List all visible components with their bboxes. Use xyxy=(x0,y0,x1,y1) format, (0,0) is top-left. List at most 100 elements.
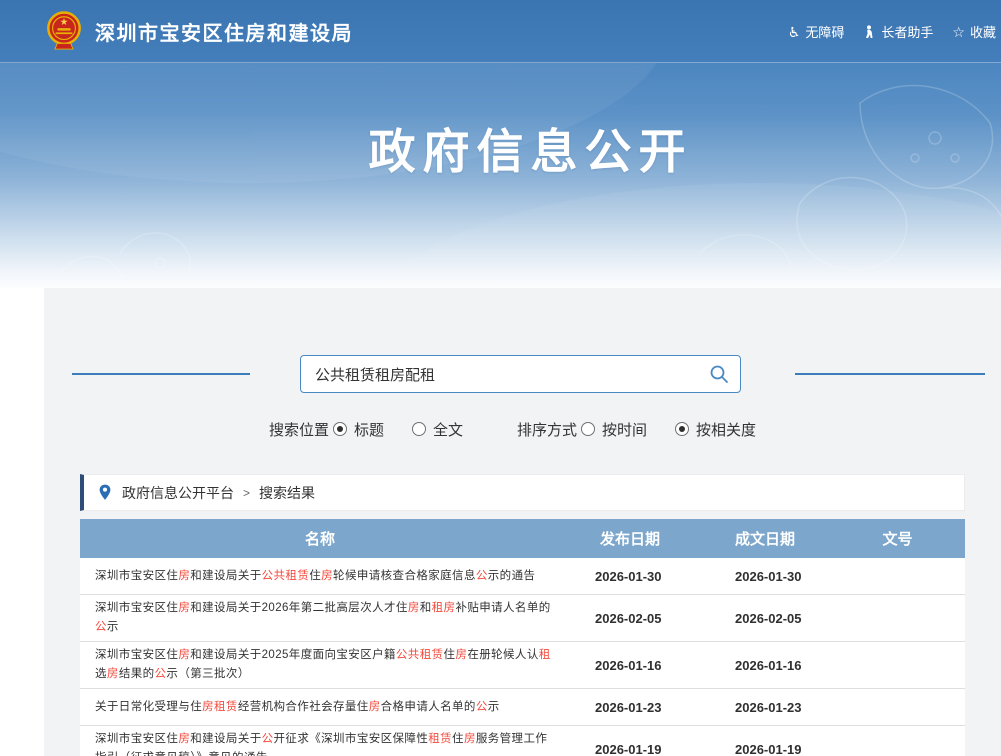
title-text: 示 xyxy=(488,701,500,713)
page-title: 政府信息公开 xyxy=(60,113,1001,182)
left-accent-line xyxy=(72,373,250,375)
breadcrumb: 政府信息公开平台 > 搜索结果 xyxy=(80,474,965,511)
written-date: 2026-02-05 xyxy=(700,611,830,626)
table-row: 深圳市宝安区住房和建设局关于公共租赁住房轮候申请核查合格家庭信息公示的通告202… xyxy=(80,558,965,595)
search-position-choice: 全文 xyxy=(410,419,463,440)
sort-mode-radio[interactable] xyxy=(675,422,689,436)
title-text: 深圳市宝安区住 xyxy=(95,649,178,661)
breadcrumb-root-link[interactable]: 政府信息公开平台 xyxy=(122,483,234,503)
publish-date: 2026-01-30 xyxy=(560,569,700,584)
highlighted-keyword: 房 xyxy=(321,570,333,582)
svg-text:★: ★ xyxy=(60,17,69,28)
result-title-link[interactable]: 深圳市宝安区住房和建设局关于2026年第二批高层次人才住房和租房补贴申请人名单的… xyxy=(95,602,551,633)
highlighted-keyword: 公共租赁 xyxy=(262,570,310,582)
table-row: 深圳市宝安区住房和建设局关于2025年度面向宝安区户籍公共租赁住房在册轮候人认租… xyxy=(80,642,965,689)
highlighted-keyword: 房 xyxy=(464,733,476,745)
written-date: 2026-01-23 xyxy=(700,700,830,715)
highlighted-keyword: 公 xyxy=(476,570,488,582)
table-row: 深圳市宝安区住房和建设局关于2026年第二批高层次人才住房和租房补贴申请人名单的… xyxy=(80,595,965,642)
result-title-link[interactable]: 深圳市宝安区住房和建设局关于公开征求《深圳市宝安区保障性租赁住房服务管理工作指引… xyxy=(95,733,547,756)
title-text: 开征求《深圳市宝安区保障性 xyxy=(274,733,429,745)
result-title-link[interactable]: 关于日常化受理与住房租赁经营机构合作社会存量住房合格申请人名单的公示 xyxy=(95,701,500,713)
title-text: 住 xyxy=(309,570,321,582)
publish-date: 2026-01-23 xyxy=(560,700,700,715)
top-link-label: 长者助手 xyxy=(881,22,933,41)
top-links: ♿无障碍 长者助手 ☆收藏 xyxy=(788,0,996,63)
table-body: 深圳市宝安区住房和建设局关于公共租赁住房轮候申请核查合格家庭信息公示的通告202… xyxy=(80,558,965,756)
highlighted-keyword: 租 xyxy=(539,649,551,661)
search-box xyxy=(300,355,741,393)
search-button[interactable] xyxy=(698,356,740,392)
top-bar: ★ 深圳市宝安区住房和建设局 ♿无障碍 长者助手 ☆收藏 xyxy=(0,0,1001,63)
title-text: 合格申请人名单的 xyxy=(381,701,476,713)
table-row: 深圳市宝安区住房和建设局关于公开征求《深圳市宝安区保障性租赁住房服务管理工作指引… xyxy=(80,726,965,756)
page: 政府信息公开 ★ 深圳市宝安区住房和建设局 ♿无障碍 长者助手 ☆收藏 搜索位置标题… xyxy=(0,0,1001,756)
results-table: 名称 发布日期 成文日期 文号 深圳市宝安区住房和建设局关于公共租赁住房轮候申请… xyxy=(80,519,965,756)
sort-mode-choice-label: 按时间 xyxy=(602,419,647,440)
result-title-cell: 深圳市宝安区住房和建设局关于公共租赁住房轮候申请核查合格家庭信息公示的通告 xyxy=(80,563,560,590)
result-title-cell: 深圳市宝安区住房和建设局关于2026年第二批高层次人才住房和租房补贴申请人名单的… xyxy=(80,595,560,641)
title-text: 和建设局关于2026年第二批高层次人才住 xyxy=(190,602,408,614)
result-title-link[interactable]: 深圳市宝安区住房和建设局关于2025年度面向宝安区户籍公共租赁住房在册轮候人认租… xyxy=(95,649,551,680)
result-title-cell: 关于日常化受理与住房租赁经营机构合作社会存量住房合格申请人名单的公示 xyxy=(80,694,560,721)
title-text: 在册轮候人认 xyxy=(467,649,538,661)
title-text: 经营机构合作社会存量住 xyxy=(238,701,369,713)
highlighted-keyword: 房 xyxy=(178,602,190,614)
top-link-accessibility[interactable]: ♿无障碍 xyxy=(788,22,845,41)
top-link-favorite[interactable]: ☆收藏 xyxy=(952,22,996,41)
hero-banner: 政府信息公开 xyxy=(0,63,1001,288)
search-position-label: 搜索位置 xyxy=(269,419,329,440)
title-text: 和建设局关于2025年度面向宝安区户籍 xyxy=(190,649,396,661)
elder-icon xyxy=(863,25,876,39)
highlighted-keyword: 房 xyxy=(455,649,467,661)
column-header-doc-number: 文号 xyxy=(830,528,965,549)
sort-mode-label: 排序方式 xyxy=(517,419,577,440)
highlighted-keyword: 公 xyxy=(476,701,488,713)
search-position-radio[interactable] xyxy=(412,422,426,436)
sort-mode-choice: 按相关度 xyxy=(673,419,756,440)
highlighted-keyword: 房 xyxy=(408,602,420,614)
title-text: 住 xyxy=(444,649,456,661)
search-options-row: 搜索位置标题 全文 排序方式 按时间 按相关度 xyxy=(24,417,1001,441)
agency-title: 深圳市宝安区住房和建设局 xyxy=(95,17,353,46)
title-text: 示（第三批次） xyxy=(166,668,249,680)
highlighted-keyword: 租房 xyxy=(432,602,456,614)
highlighted-keyword: 房 xyxy=(178,733,190,745)
table-row: 关于日常化受理与住房租赁经营机构合作社会存量住房合格申请人名单的公示 2026-0… xyxy=(80,689,965,726)
title-text: 结果的 xyxy=(119,668,155,680)
title-text: 示 xyxy=(107,621,119,633)
title-text: 深圳市宝安区住 xyxy=(95,570,178,582)
title-text: 深圳市宝安区住 xyxy=(95,602,178,614)
table-header-row: 名称 发布日期 成文日期 文号 xyxy=(80,519,965,558)
top-link-elder-helper[interactable]: 长者助手 xyxy=(863,22,933,41)
highlighted-keyword: 公 xyxy=(262,733,274,745)
sort-mode-choice: 按时间 xyxy=(579,419,647,440)
breadcrumb-current: 搜索结果 xyxy=(259,483,315,503)
top-link-label: 收藏 xyxy=(970,22,996,41)
publish-date: 2026-01-16 xyxy=(560,658,700,673)
highlighted-keyword: 房 xyxy=(178,570,190,582)
sort-mode-radio[interactable] xyxy=(581,422,595,436)
search-position-choice-label: 全文 xyxy=(433,419,463,440)
title-text: 选 xyxy=(95,668,107,680)
highlighted-keyword: 租赁 xyxy=(428,733,452,745)
breadcrumb-separator: > xyxy=(243,486,250,500)
result-title-cell: 深圳市宝安区住房和建设局关于公开征求《深圳市宝安区保障性租赁住房服务管理工作指引… xyxy=(80,726,560,756)
highlighted-keyword: 房 xyxy=(107,668,119,680)
location-pin-icon xyxy=(98,484,112,501)
search-position-choice: 标题 xyxy=(331,419,384,440)
title-text: 和建设局关于 xyxy=(190,733,261,745)
search-position-radio[interactable] xyxy=(333,422,347,436)
highlighted-keyword: 公共租赁 xyxy=(396,649,444,661)
right-accent-line xyxy=(795,373,985,375)
highlighted-keyword: 公 xyxy=(95,621,107,633)
accessibility-icon: ♿ xyxy=(788,25,801,39)
result-title-link[interactable]: 深圳市宝安区住房和建设局关于公共租赁住房轮候申请核查合格家庭信息公示的通告 xyxy=(95,570,535,582)
title-text: 和建设局关于 xyxy=(190,570,261,582)
search-input[interactable] xyxy=(301,356,698,392)
title-text: 深圳市宝安区住 xyxy=(95,733,178,745)
result-title-cell: 深圳市宝安区住房和建设局关于2025年度面向宝安区户籍公共租赁住房在册轮候人认租… xyxy=(80,642,560,688)
title-text: 和 xyxy=(420,602,432,614)
sort-mode-choice-label: 按相关度 xyxy=(696,419,756,440)
written-date: 2026-01-19 xyxy=(700,742,830,756)
